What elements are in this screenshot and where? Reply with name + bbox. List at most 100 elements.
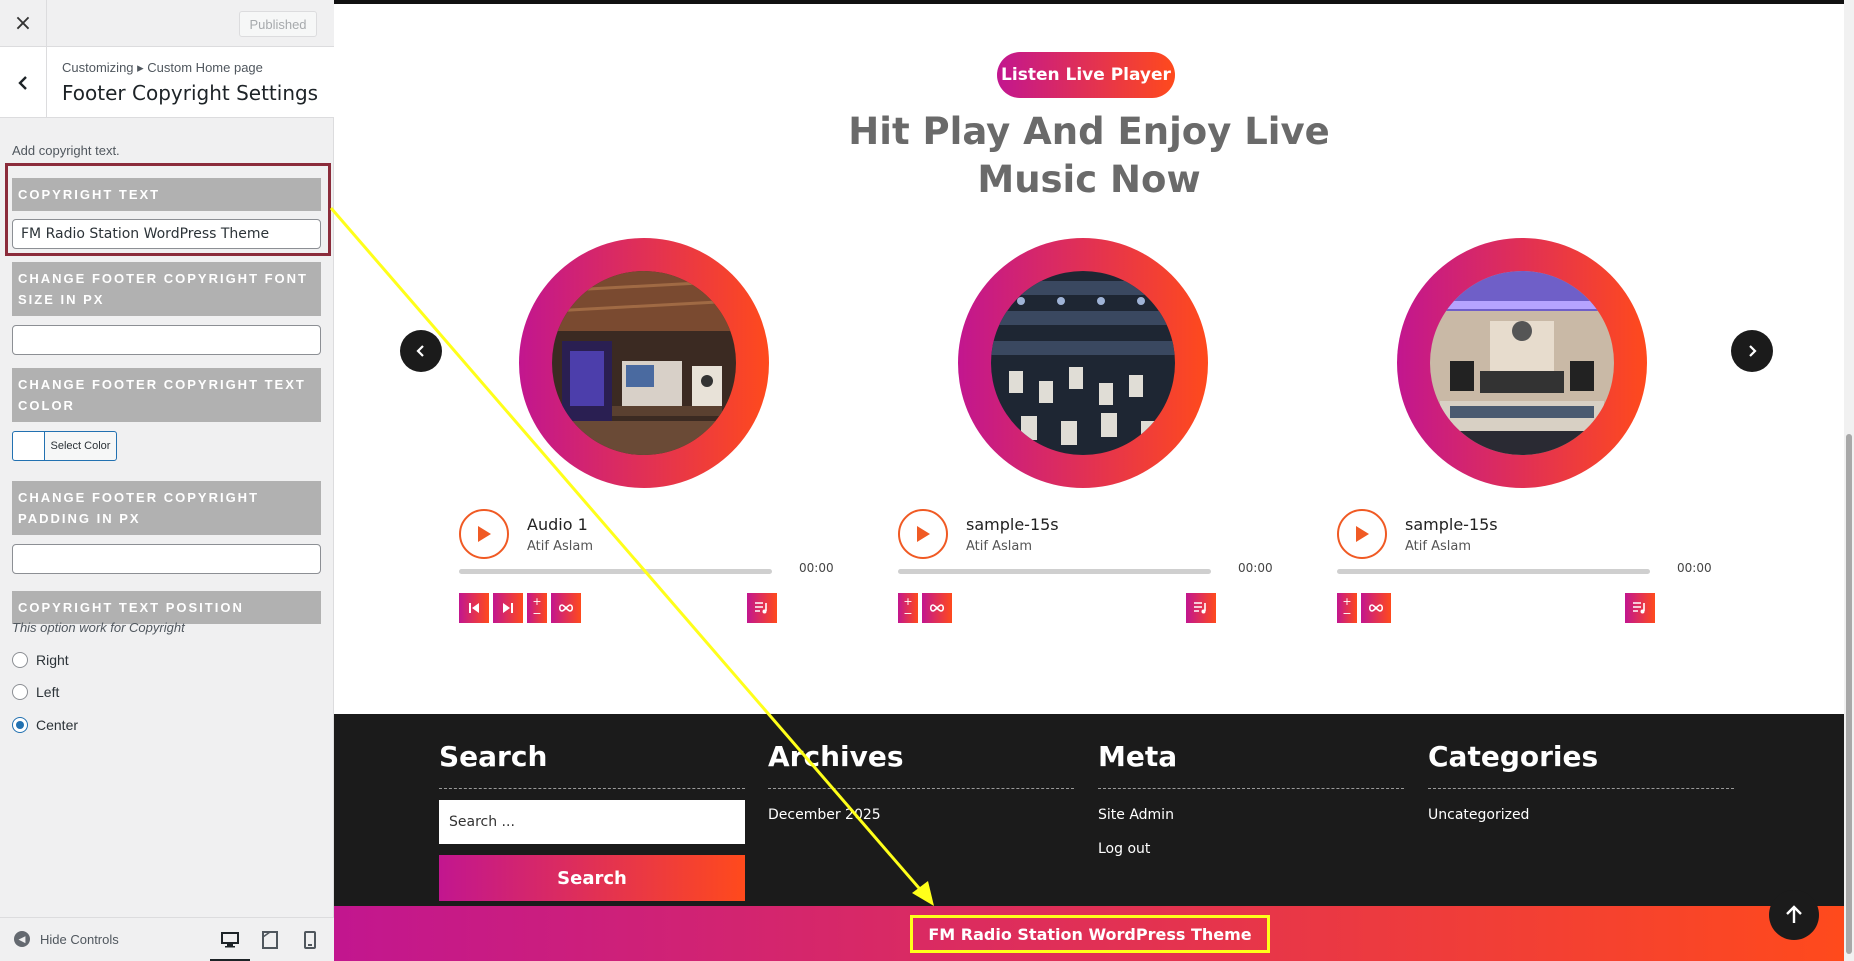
site-footer: Search Search ... Search Archives Decemb… (334, 714, 1844, 906)
track-artist: Atif Aslam (966, 539, 1032, 554)
radio-left[interactable]: Left (12, 682, 59, 702)
font-size-input[interactable] (12, 325, 321, 355)
widget-title: Search (439, 740, 548, 773)
hide-controls-button[interactable]: ◀ Hide Controls (14, 931, 119, 947)
radio-label: Right (36, 652, 69, 668)
copyright-text-input[interactable]: FM Radio Station WordPress Theme (12, 219, 321, 249)
back-arrow-icon[interactable] (0, 47, 47, 118)
volume-plus-minus-icon[interactable]: + − (527, 593, 547, 623)
previous-track-icon[interactable] (459, 593, 489, 623)
site-preview: Listen Live Player Hit Play And Enjoy Li… (334, 0, 1844, 961)
color-swatch (13, 432, 45, 460)
track-title: Audio 1 (527, 515, 588, 534)
loop-icon[interactable] (1361, 593, 1391, 623)
footer-search-button[interactable]: Search (439, 855, 745, 901)
track-artwork (519, 238, 769, 488)
log-out-link[interactable]: Log out (1098, 841, 1404, 857)
radio-circle-checked[interactable] (12, 717, 28, 733)
track-progress-bar[interactable] (898, 569, 1211, 574)
track-time: 00:00 (1238, 561, 1273, 575)
loop-icon[interactable] (922, 593, 952, 623)
playlist-icon[interactable] (1186, 593, 1216, 623)
track-time: 00:00 (1677, 561, 1712, 575)
widget-title: Categories (1428, 740, 1599, 773)
footer-search-widget: Search Search ... Search (439, 740, 745, 901)
copyright-bar: FM Radio Station WordPress Theme (334, 906, 1844, 961)
select-color-button[interactable]: Select Color (12, 431, 117, 461)
studio-image (552, 271, 736, 455)
track-progress-bar[interactable] (1337, 569, 1650, 574)
track-artwork (1397, 238, 1647, 488)
widget-title: Meta (1098, 740, 1178, 773)
position-note: This option work for Copyright (12, 620, 185, 635)
scrollbar-thumb[interactable] (1846, 434, 1852, 954)
archive-link[interactable]: December 2025 (768, 807, 1074, 823)
footer-archives-widget: Archives December 2025 (768, 740, 1074, 823)
preview-scrollbar[interactable] (1844, 0, 1854, 961)
section-header: Customizing ▸ Custom Home page Footer Co… (0, 47, 334, 118)
widget-divider (1428, 788, 1734, 789)
widget-divider (768, 788, 1074, 789)
copyright-text-label: COPYRIGHT TEXT (12, 178, 321, 211)
playlist-icon[interactable] (747, 593, 777, 623)
widget-divider (439, 788, 745, 789)
category-link[interactable]: Uncategorized (1428, 807, 1734, 823)
playlist-icon[interactable] (1625, 593, 1655, 623)
site-admin-link[interactable]: Site Admin (1098, 807, 1404, 823)
copyright-text: FM Radio Station WordPress Theme (910, 915, 1270, 953)
tablet-preview-icon[interactable] (258, 929, 282, 951)
track-artist: Atif Aslam (527, 539, 593, 554)
customizer-sidebar: × Published Customizing ▸ Custom Home pa… (0, 0, 334, 961)
radio-label: Center (36, 717, 79, 733)
widget-divider (1098, 788, 1404, 789)
collapse-icon: ◀ (14, 931, 30, 947)
back-to-top-button[interactable] (1769, 890, 1819, 940)
volume-plus-minus-icon[interactable]: + − (1337, 593, 1357, 623)
radio-label: Left (36, 684, 60, 700)
padding-input[interactable] (12, 544, 321, 574)
play-button[interactable] (459, 509, 509, 559)
track-title: sample-15s (1405, 515, 1498, 534)
carousel-next-button[interactable] (1731, 330, 1773, 372)
text-color-label: CHANGE FOOTER COPYRIGHT TEXT COLOR (12, 368, 321, 422)
carousel-prev-button[interactable] (400, 330, 442, 372)
section-heading: Hit Play And Enjoy Live Music Now (848, 110, 1330, 201)
track-title: sample-15s (966, 515, 1059, 534)
close-icon[interactable]: × (0, 0, 47, 47)
customizer-footer: ◀ Hide Controls (0, 917, 334, 961)
hide-controls-label: Hide Controls (40, 931, 119, 947)
track-artist: Atif Aslam (1405, 539, 1471, 554)
radio-circle[interactable] (12, 684, 28, 700)
track-card: sample-15s Atif Aslam 00:00 + − (1333, 238, 1713, 628)
padding-label: CHANGE FOOTER COPYRIGHT PADDING IN PX (12, 481, 321, 535)
radio-center[interactable]: Center (12, 715, 78, 735)
track-artwork (958, 238, 1208, 488)
section-description: Add copyright text. (12, 143, 120, 158)
select-color-label: Select Color (50, 440, 111, 452)
top-divider (334, 0, 1844, 4)
play-button[interactable] (1337, 509, 1387, 559)
customizer-topbar: × Published (0, 0, 334, 47)
footer-meta-widget: Meta Site Admin Log out (1098, 740, 1404, 857)
track-time: 00:00 (799, 561, 834, 575)
section-title: Footer Copyright Settings (62, 81, 319, 105)
mobile-preview-icon[interactable] (298, 929, 322, 951)
widget-title: Archives (768, 740, 904, 773)
play-button[interactable] (898, 509, 948, 559)
listen-live-badge[interactable]: Listen Live Player (997, 52, 1175, 98)
desktop-preview-icon[interactable] (210, 929, 250, 961)
footer-categories-widget: Categories Uncategorized (1428, 740, 1734, 823)
breadcrumb: Customizing ▸ Custom Home page (62, 60, 263, 75)
next-track-icon[interactable] (493, 593, 523, 623)
track-card: sample-15s Atif Aslam 00:00 + − (894, 238, 1274, 628)
published-button[interactable]: Published (239, 11, 317, 37)
track-progress-bar[interactable] (459, 569, 772, 574)
loop-icon[interactable] (551, 593, 581, 623)
footer-search-input[interactable]: Search ... (439, 800, 745, 844)
radio-right[interactable]: Right (12, 650, 69, 670)
radio-circle[interactable] (12, 652, 28, 668)
volume-plus-minus-icon[interactable]: + − (898, 593, 918, 623)
mixer-image (991, 271, 1175, 455)
font-size-label: CHANGE FOOTER COPYRIGHT FONT SIZE IN PX (12, 262, 321, 316)
track-card: Audio 1 Atif Aslam 00:00 + − (455, 238, 835, 628)
